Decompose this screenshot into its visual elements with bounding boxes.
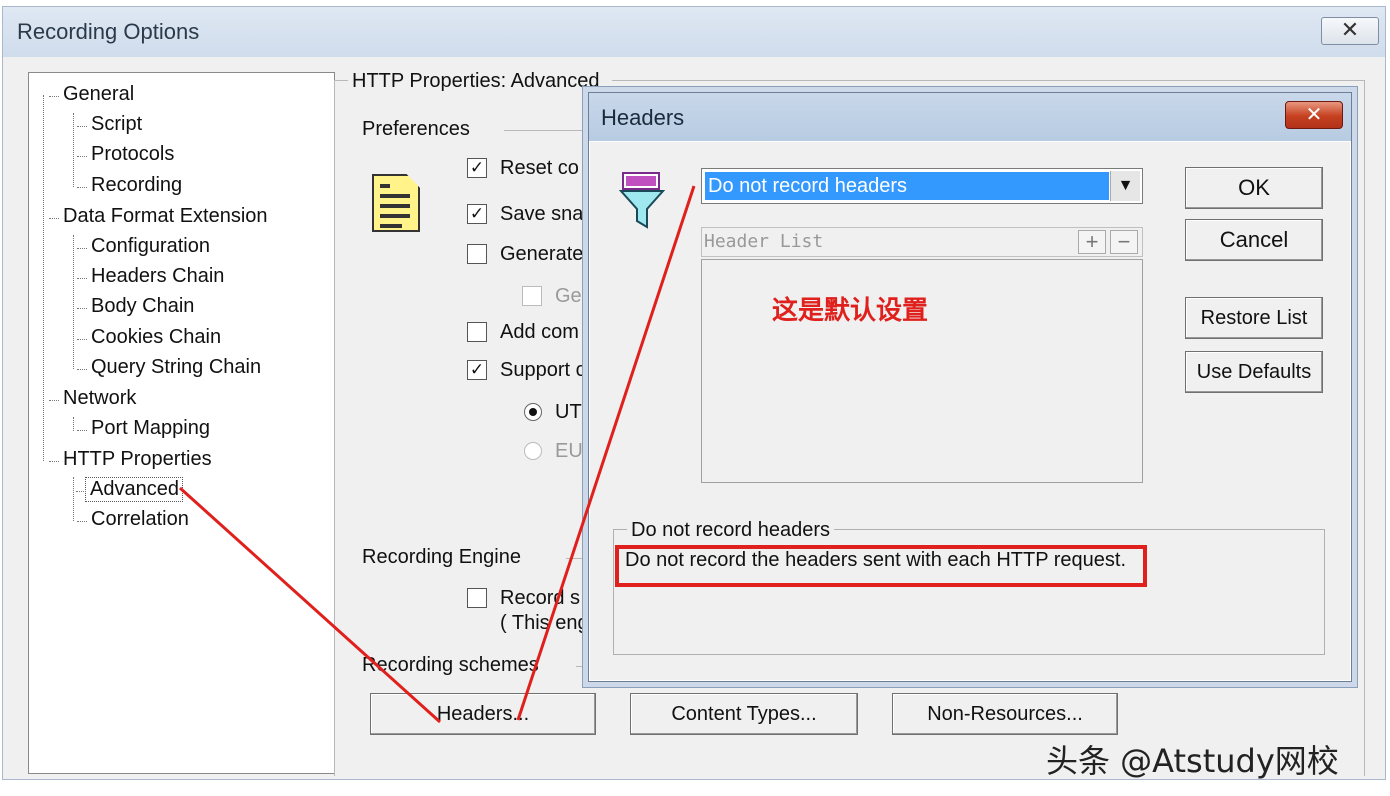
window-close-button[interactable]: ✕ — [1321, 17, 1379, 45]
funnel-filter-icon — [619, 172, 665, 229]
tree-item-advanced[interactable]: Advanced — [76, 477, 183, 502]
cancel-button[interactable]: Cancel — [1185, 219, 1323, 261]
reset-label: Reset co — [500, 157, 579, 179]
group-border — [334, 80, 335, 776]
use-defaults-button[interactable]: Use Defaults — [1185, 351, 1323, 393]
add-header-button: + — [1078, 230, 1106, 254]
tree-item-port-mapping[interactable]: Port Mapping — [77, 417, 210, 440]
annotation-default-setting: 这是默认设置 — [772, 296, 929, 326]
content-types-button[interactable]: Content Types... — [630, 693, 858, 735]
tree-item-http-properties[interactable]: HTTP Properties — [49, 448, 212, 471]
utf-radio-label: UTI — [555, 401, 588, 423]
generate-checkbox[interactable] — [467, 244, 487, 264]
recording-schemes-label: Recording schemes — [362, 654, 539, 676]
tree-item-headers-chain[interactable]: Headers Chain — [76, 265, 224, 288]
generate-sub-label: Ge — [555, 285, 582, 307]
tree-connector — [73, 113, 74, 187]
tree-connector — [73, 235, 74, 369]
remove-header-button: − — [1110, 230, 1138, 254]
record-checkbox[interactable] — [467, 588, 487, 608]
euc-radio-label: EU — [555, 440, 583, 462]
tree-item-protocols[interactable]: Protocols — [76, 143, 174, 166]
tree-item-script[interactable]: Script — [76, 113, 142, 136]
utf-radio[interactable] — [524, 403, 542, 421]
checklist-document-icon — [372, 174, 420, 232]
headers-dialog: Headers ✕ Do not record headers ▼ Header… — [588, 92, 1352, 682]
tree-connector — [73, 477, 74, 521]
group-border — [1364, 80, 1365, 776]
record-note: ( This eng — [500, 612, 589, 634]
headers-button[interactable]: Headers... — [370, 693, 596, 735]
dialog-title: Headers — [601, 105, 685, 130]
generate-label: Generate — [500, 243, 584, 265]
dialog-close-button[interactable]: ✕ — [1285, 101, 1343, 129]
tree-item-query-string-chain[interactable]: Query String Chain — [76, 356, 261, 379]
preferences-label: Preferences — [362, 118, 470, 140]
window-title: Recording Options — [17, 19, 200, 44]
tree-item-network[interactable]: Network — [48, 387, 136, 410]
tree-connector — [43, 95, 44, 461]
tree-item-configuration[interactable]: Configuration — [77, 235, 210, 258]
panel-heading: HTTP Properties: Advanced — [352, 70, 600, 92]
group-border — [612, 80, 1364, 81]
tree-item-data-format-extension[interactable]: Data Format Extension — [49, 205, 268, 228]
header-mode-select[interactable]: Do not record headers ▼ — [701, 168, 1143, 204]
support-checkbox[interactable]: ✓ — [467, 360, 487, 380]
generate-sub-checkbox — [522, 286, 542, 306]
chevron-down-icon[interactable]: ▼ — [1110, 171, 1140, 201]
tree-item-general[interactable]: General — [48, 83, 134, 106]
window-titlebar: Recording Options — [3, 7, 1385, 57]
restore-list-button: Restore List — [1185, 297, 1323, 339]
save-snapshot-checkbox[interactable]: ✓ — [467, 204, 487, 224]
annotation-highlight-box — [615, 545, 1147, 587]
add-comment-label: Add com — [500, 321, 579, 343]
tree-item-cookies-chain[interactable]: Cookies Chain — [76, 326, 221, 349]
header-list: 这是默认设置 — [701, 259, 1143, 483]
tree-item-correlation[interactable]: Correlation — [77, 508, 189, 531]
add-comment-checkbox[interactable] — [467, 322, 487, 342]
description-title: Do not record headers — [627, 519, 835, 542]
tree-connector — [73, 417, 74, 431]
dialog-titlebar: Headers — [589, 93, 1351, 141]
tree-item-body-chain[interactable]: Body Chain — [76, 295, 194, 318]
save-snapshot-label: Save sna — [500, 203, 584, 225]
recording-engine-label: Recording Engine — [362, 546, 521, 568]
watermark-text: 头条 @Atstudy网校 — [1046, 742, 1339, 780]
group-border — [334, 80, 348, 81]
euc-radio — [524, 442, 542, 460]
ok-button[interactable]: OK — [1185, 167, 1323, 209]
reset-checkbox[interactable]: ✓ — [467, 158, 487, 178]
non-resources-button[interactable]: Non-Resources... — [892, 693, 1118, 735]
tree-item-recording[interactable]: Recording — [76, 174, 182, 197]
section-divider — [504, 130, 594, 131]
options-tree[interactable]: General Script Protocols Recording Data … — [28, 72, 335, 774]
header-mode-value: Do not record headers — [705, 172, 1109, 200]
header-list-label: Header List — [704, 231, 824, 252]
header-list-toolbar: Header List + − — [701, 227, 1143, 257]
section-divider — [566, 558, 590, 559]
record-label: Record s — [500, 587, 581, 609]
support-label: Support c — [500, 359, 586, 381]
